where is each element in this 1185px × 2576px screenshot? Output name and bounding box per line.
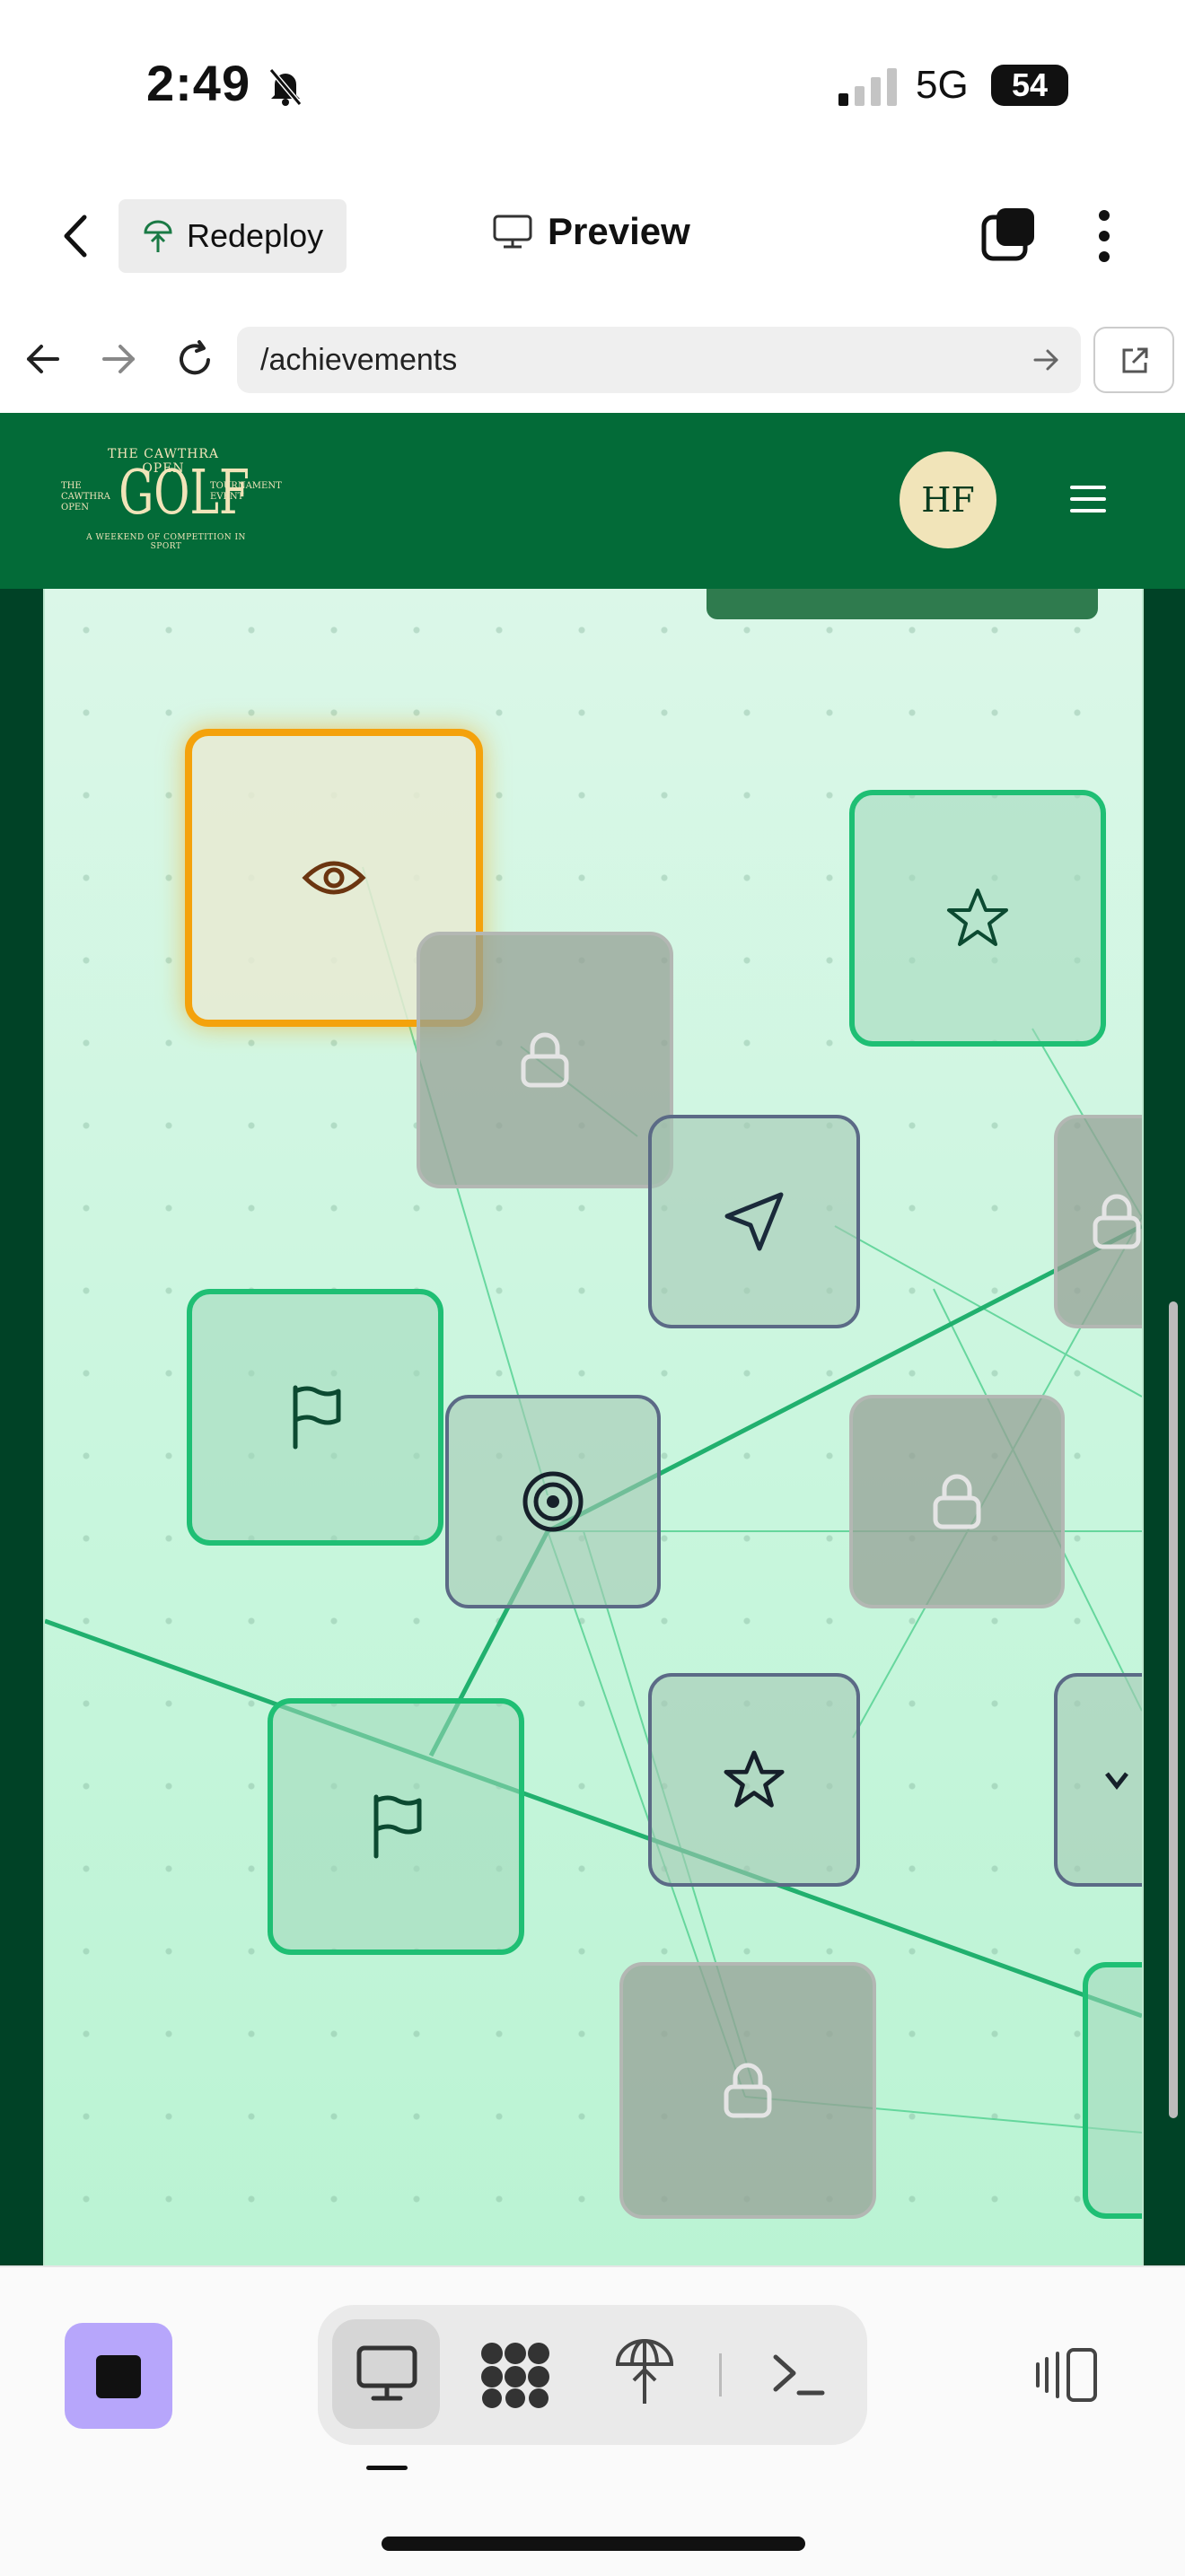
network-type: 5G	[916, 63, 969, 107]
url-input[interactable]: /achievements	[237, 327, 1081, 393]
achievement-map[interactable]	[43, 589, 1144, 2265]
toolbar-divider	[719, 2353, 722, 2396]
star-icon	[947, 889, 1008, 946]
reload-icon[interactable]	[174, 339, 215, 381]
deploy-icon[interactable]	[614, 2337, 675, 2407]
flag-icon	[293, 1385, 341, 1450]
flag-icon	[373, 1794, 422, 1859]
more-vertical-icon[interactable]	[1093, 208, 1115, 264]
signal-icon	[838, 68, 897, 106]
monitor-icon	[493, 215, 532, 249]
achievement-map-frame	[0, 589, 1185, 2265]
terminal-icon[interactable]	[772, 2352, 826, 2398]
user-avatar[interactable]: HF	[900, 451, 996, 548]
lock-icon	[1093, 1194, 1141, 1249]
chevron-left-icon[interactable]	[59, 214, 92, 258]
tabs-icon[interactable]	[980, 206, 1038, 264]
chevron-icon	[1105, 1772, 1128, 1791]
achievement-tile-star[interactable]	[849, 790, 1106, 1047]
achievement-tile-flag[interactable]	[187, 1289, 443, 1546]
hamburger-menu-icon[interactable]	[1070, 485, 1106, 513]
achievement-tile-locked[interactable]	[417, 932, 673, 1188]
home-indicator	[382, 2537, 805, 2551]
preview-tab[interactable]: Preview	[492, 210, 690, 253]
achievement-tile-flag[interactable]	[268, 1698, 524, 1955]
status-time: 2:49	[146, 55, 251, 111]
preview-label: Preview	[548, 210, 690, 252]
site-logo[interactable]: THE CAWTHRA OPEN THE CAWTHRA OPEN GOLF T…	[56, 440, 282, 556]
send-icon	[724, 1192, 784, 1251]
apps-icon[interactable]	[479, 2341, 551, 2409]
redeploy-label: Redeploy	[187, 217, 324, 254]
lock-icon	[521, 1032, 569, 1088]
go-arrow-icon[interactable]	[1032, 346, 1059, 373]
achievement-tile-locked[interactable]	[849, 1395, 1065, 1608]
external-link-icon	[1122, 347, 1148, 373]
monitor-icon[interactable]	[356, 2344, 418, 2404]
logo-left: THE CAWTHRA OPEN	[61, 481, 110, 513]
achievement-tile-send[interactable]	[648, 1115, 860, 1328]
scrollbar-thumb[interactable]	[1169, 1301, 1178, 2118]
silent-bell-icon	[268, 68, 303, 106]
star-icon	[724, 1750, 785, 1808]
logo-right: TOURNAMENT EVENT	[210, 481, 282, 502]
deploy-icon	[144, 220, 172, 252]
eye-icon	[302, 861, 366, 895]
open-external-button[interactable]	[1093, 327, 1174, 393]
stop-icon	[96, 2355, 141, 2398]
logo-tagline: A WEEKEND OF COMPETITION IN SPORT	[86, 533, 246, 551]
achievement-tile-partial[interactable]	[1083, 1962, 1142, 2219]
achievement-tile-locked[interactable]	[1054, 1115, 1142, 1328]
forward-arrow-icon[interactable]	[101, 343, 136, 375]
target-icon	[522, 1471, 584, 1532]
redeploy-button[interactable]: Redeploy	[118, 199, 347, 273]
layout-toggle-icon[interactable]	[1034, 2346, 1099, 2404]
logo-main: GOLF	[118, 458, 250, 529]
back-arrow-icon[interactable]	[25, 343, 61, 375]
lock-icon	[933, 1474, 981, 1529]
achievement-tile-partial[interactable]	[1054, 1673, 1142, 1887]
achievement-tile-target[interactable]	[445, 1395, 661, 1608]
lock-icon	[724, 2063, 772, 2118]
battery-indicator: 54	[991, 65, 1068, 106]
active-tab-indicator	[366, 2466, 408, 2470]
achievement-tile-star[interactable]	[648, 1673, 860, 1887]
achievement-tile-locked[interactable]	[619, 1962, 876, 2219]
